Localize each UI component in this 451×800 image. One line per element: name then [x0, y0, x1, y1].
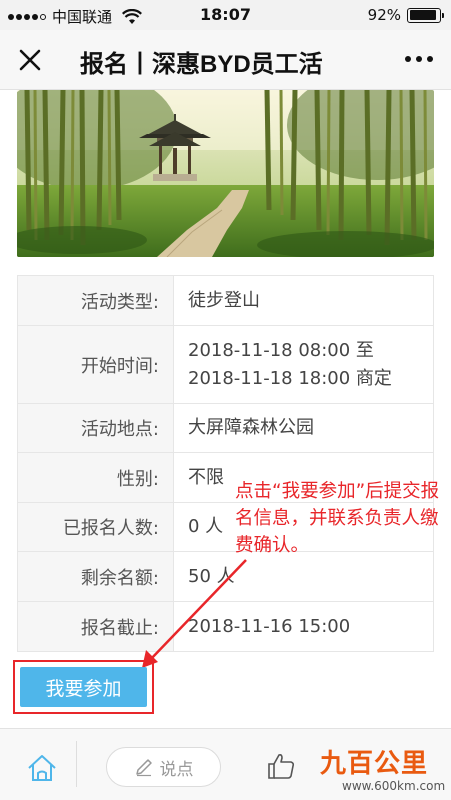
detail-label: 活动类型:: [18, 276, 174, 325]
activity-banner-image: [17, 90, 434, 257]
detail-value: 大屏障森林公园: [174, 404, 433, 452]
detail-value: 50 人: [174, 552, 433, 601]
battery-percent: 92%: [367, 6, 401, 24]
detail-value-line: 2018-11-18 08:00 至: [188, 339, 374, 361]
detail-row-type: 活动类型: 徒步登山: [18, 276, 433, 326]
battery-icon: [407, 7, 444, 23]
status-right: 92%: [367, 6, 444, 24]
watermark-logo-text: 九百公里: [320, 749, 429, 779]
detail-label: 剩余名额:: [18, 552, 174, 601]
divider: [76, 741, 77, 787]
detail-value: 2018-11-18 08:00 至 2018-11-18 18:00 商定: [174, 326, 433, 403]
activity-details-table: 活动类型: 徒步登山 开始时间: 2018-11-18 08:00 至 2018…: [17, 275, 434, 652]
comment-label: 说点: [159, 759, 194, 780]
detail-value-line: 50 人: [188, 565, 235, 587]
detail-value-line: 徒步登山: [188, 289, 260, 311]
status-bar: 中国联通 18:07 92%: [0, 0, 451, 30]
thumbs-up-icon[interactable]: [266, 751, 296, 781]
close-icon[interactable]: [16, 46, 44, 74]
title-bar: 报名丨深惠BYD员工活: [0, 30, 451, 90]
detail-value: 2018-11-16 15:00: [174, 602, 433, 651]
detail-row-start-time: 开始时间: 2018-11-18 08:00 至 2018-11-18 18:0…: [18, 326, 433, 404]
detail-value-line: 2018-11-16 15:00: [188, 615, 351, 637]
detail-label: 已报名人数:: [18, 503, 174, 551]
more-dots-icon[interactable]: [405, 56, 433, 62]
detail-label: 开始时间:: [18, 326, 174, 403]
detail-label: 活动地点:: [18, 404, 174, 452]
detail-row-location: 活动地点: 大屏障森林公园: [18, 404, 433, 453]
bottom-bar: 说点 九百公里 www.600km.com: [0, 728, 451, 800]
watermark-url: www.600km.com: [342, 779, 446, 793]
annotation-text: 点击“我要参加”后提交报名信息，并联系负责人缴费确认。: [235, 481, 440, 556]
detail-value-line: 大屏障森林公园: [188, 417, 314, 438]
join-button-highlight: 我要参加: [13, 660, 154, 714]
watermark-logo: 九百公里 www.600km.com: [320, 743, 451, 799]
detail-value: 徒步登山: [174, 276, 433, 325]
detail-row-deadline: 报名截止: 2018-11-16 15:00: [18, 602, 433, 651]
comment-button[interactable]: 说点: [106, 747, 221, 787]
detail-label: 性别:: [18, 453, 174, 502]
battery-fill: [409, 10, 437, 20]
join-button[interactable]: 我要参加: [20, 667, 147, 707]
detail-value-line: 2018-11-18 18:00 商定: [188, 367, 392, 389]
detail-label: 报名截止:: [18, 602, 174, 651]
pencil-icon: [135, 759, 152, 777]
home-icon[interactable]: [26, 753, 58, 783]
detail-row-remaining: 剩余名额: 50 人: [18, 552, 433, 602]
page-title: 报名丨深惠BYD员工活: [80, 51, 323, 78]
